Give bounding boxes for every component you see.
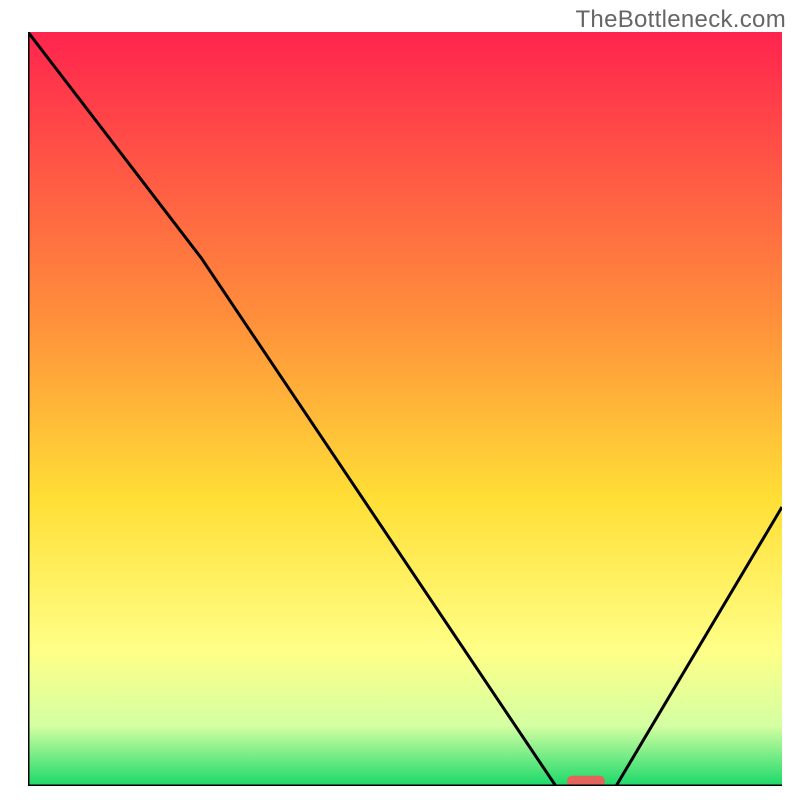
chart-container: TheBottleneck.com line bottleneck_curve … bbox=[0, 0, 800, 800]
plot-background bbox=[28, 32, 782, 786]
optimal-marker bbox=[567, 776, 605, 786]
bottleneck-plot bbox=[28, 32, 782, 786]
watermark-text: TheBottleneck.com bbox=[575, 6, 786, 34]
